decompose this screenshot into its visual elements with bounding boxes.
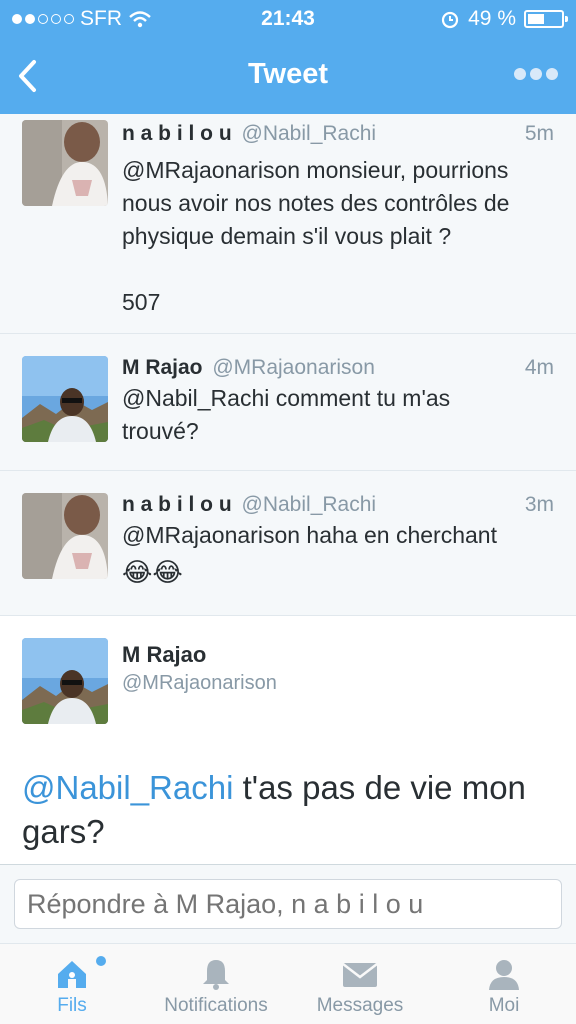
author-name[interactable]: n a b i l o u: [122, 122, 232, 145]
tweet-text-line: @Nabil_Rachi comment tu m'as: [122, 385, 451, 411]
tweet-text-line: t'as pas de vie mon: [233, 769, 526, 806]
focused-tweet: M Rajao @MRajaonarison @Nabil_Rachi t'as…: [0, 616, 576, 864]
tweet-text: @MRajaonarison haha en cherchant 😂😂: [122, 519, 558, 589]
tab-label: Messages: [316, 995, 404, 1016]
tweet-text-line: trouvé?: [122, 418, 199, 444]
tab-label: Fils: [57, 995, 87, 1016]
timestamp: 5m: [524, 122, 554, 145]
conversation[interactable]: n a b i l o u @Nabil_Rachi 5m @MRajaonar…: [0, 114, 576, 864]
author-handle[interactable]: @Nabil_Rachi: [242, 493, 377, 516]
tweet-text-line: physique demain s'il vous plait ?: [122, 223, 452, 249]
unread-dot: [96, 956, 106, 966]
bell-icon: [203, 960, 229, 990]
timestamp: 4m: [524, 356, 554, 379]
page-title: Tweet: [247, 58, 329, 90]
author-handle[interactable]: @Nabil_Rachi: [242, 122, 377, 145]
author-name[interactable]: M Rajao: [122, 642, 206, 668]
author-name[interactable]: M Rajao: [122, 356, 203, 379]
tweet-text-line: @MRajaonarison haha en cherchant: [122, 522, 497, 548]
tab-label: Notifications: [164, 995, 268, 1016]
tab-notifications[interactable]: Notifications: [144, 944, 288, 1024]
avatar[interactable]: [22, 638, 108, 724]
top-bar: SFR 21:43 49 % Tweet: [0, 0, 576, 114]
tweet-header: n a b i l o u @Nabil_Rachi 5m: [122, 122, 554, 152]
mention-link[interactable]: @Nabil_Rachi: [22, 769, 233, 806]
reply-bar: [0, 864, 576, 944]
tweet-text: @Nabil_Rachi comment tu m'as trouvé?: [122, 382, 558, 448]
tweet-text-line: nous avoir nos notes des contrôles de: [122, 190, 510, 216]
tab-bar: Fils Notifications Messages Moi: [0, 944, 576, 1024]
author-name[interactable]: n a b i l o u: [122, 493, 232, 516]
battery-percent: 49 %: [468, 7, 516, 30]
home-icon: [58, 961, 86, 988]
tweet-item[interactable]: M Rajao @MRajaonarison 4m @Nabil_Rachi c…: [0, 334, 576, 471]
tab-label: Moi: [488, 995, 520, 1016]
person-icon: [489, 960, 519, 990]
tweet-text: @MRajaonarison monsieur, pourrions nous …: [122, 154, 558, 319]
tab-me[interactable]: Moi: [432, 944, 576, 1024]
author-handle[interactable]: @MRajaonarison: [122, 672, 277, 695]
tweet-body: @Nabil_Rachi t'as pas de vie mon gars?: [22, 766, 558, 854]
tweet-text-line: gars?: [22, 813, 105, 850]
status-bar: SFR 21:43 49 %: [0, 0, 576, 38]
nav-bar: Tweet: [0, 38, 576, 114]
envelope-icon: [342, 963, 378, 987]
tweet-item[interactable]: n a b i l o u @Nabil_Rachi 3m @MRajaonar…: [0, 471, 576, 616]
status-right: 49 %: [440, 7, 568, 31]
alarm-icon: [442, 11, 459, 29]
avatar[interactable]: [22, 356, 108, 442]
avatar[interactable]: [22, 120, 108, 206]
battery-icon: [524, 10, 568, 28]
avatar[interactable]: [22, 493, 108, 579]
tab-home[interactable]: Fils: [0, 944, 144, 1024]
tweet-item[interactable]: n a b i l o u @Nabil_Rachi 5m @MRajaonar…: [0, 114, 576, 334]
tweet-text-line: @MRajaonarison monsieur, pourrions: [122, 157, 509, 183]
battery-fill: [528, 14, 544, 24]
reply-input[interactable]: [14, 879, 562, 929]
tweet-text-line: 507: [122, 289, 161, 315]
more-options-icon[interactable]: [514, 68, 558, 80]
emoji-laughing: 😂😂: [122, 557, 183, 587]
author-handle[interactable]: @MRajaonarison: [212, 356, 375, 379]
timestamp: 3m: [524, 493, 554, 516]
tab-messages[interactable]: Messages: [288, 944, 432, 1024]
